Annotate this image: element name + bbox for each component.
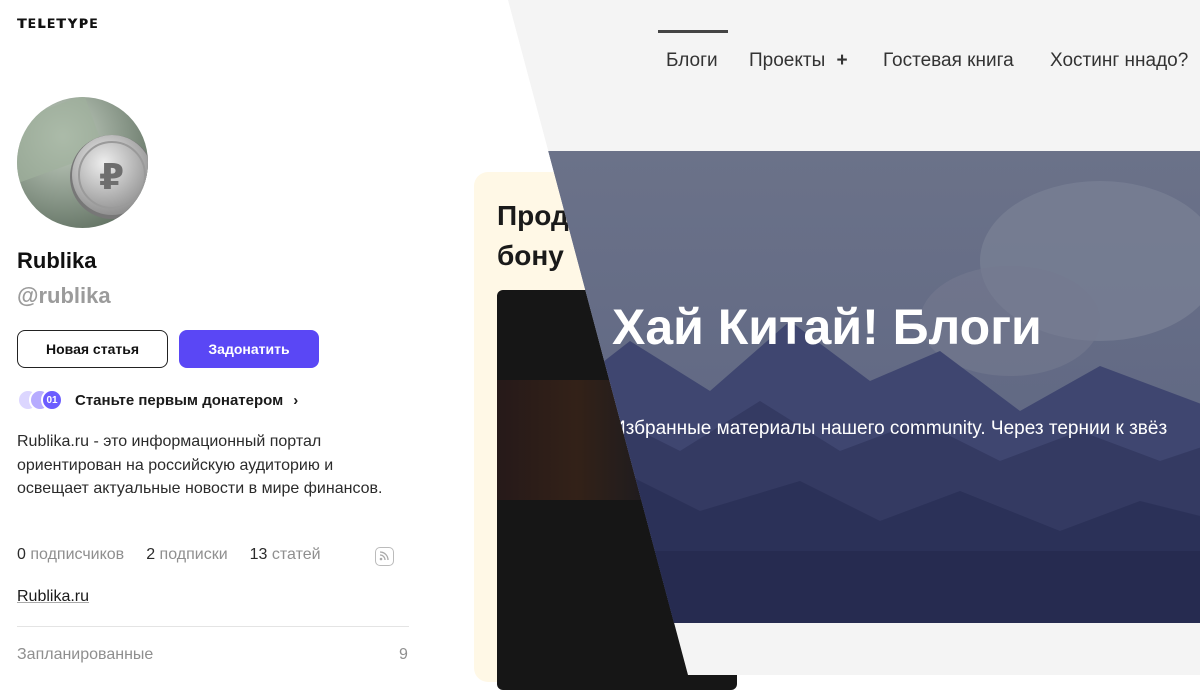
planned-count: 9 [399, 646, 408, 663]
donor-avatars: 01 [17, 388, 69, 412]
teletype-logo[interactable]: ᴛᴇʟᴇᴛʏᴘᴇ [17, 13, 99, 33]
donor-count-badge: 01 [41, 389, 63, 411]
stat-label: статей [271, 546, 321, 563]
nav-projects-label: Проекты [749, 50, 826, 71]
donor-cta-text: Станьте первым донатером [75, 391, 284, 409]
nav-hosting[interactable]: Хостинг ннадо? [1050, 50, 1188, 72]
svg-text:₽: ₽ [99, 157, 124, 198]
profile-name: Rublika [17, 248, 97, 273]
stat-label: подписчиков [30, 546, 125, 563]
stat-count: 2 [146, 546, 156, 563]
hero-title: Хай Китай! Блоги [612, 299, 1042, 355]
chevron-right-icon: › [293, 391, 299, 409]
nav-guestbook[interactable]: Гостевая книга [883, 50, 1014, 72]
profile-handle: @rublika [17, 283, 111, 308]
nav-projects[interactable]: Проекты + [749, 50, 848, 72]
plus-icon: + [836, 50, 848, 71]
promo-title: Прод бону [497, 196, 569, 276]
stat-subscriptions[interactable]: 2 подписки [146, 546, 227, 564]
website-link[interactable]: Rublika.ru [17, 588, 89, 606]
rss-glyph-icon [379, 551, 389, 561]
new-article-button[interactable]: Новая статья [17, 330, 168, 368]
promo-title-line: бону [497, 240, 564, 271]
stat-label: подписки [159, 546, 228, 563]
profile-description: Rublika.ru - это информационный портал о… [17, 433, 383, 497]
nav-blogs[interactable]: Блоги [666, 50, 718, 72]
first-donor-link[interactable]: 01 Станьте первым донатером › [17, 387, 298, 413]
planned-label[interactable]: Запланированные [17, 646, 153, 664]
profile-stats: 0 подписчиков 2 подписки 13 статей [17, 546, 321, 564]
promo-title-line: Прод [497, 200, 569, 231]
stat-count: 0 [17, 546, 26, 563]
donate-button[interactable]: Задонатить [179, 330, 319, 368]
ruble-coin-avatar-icon: ₽ [17, 97, 148, 228]
rss-icon[interactable] [375, 547, 394, 566]
hero-subtitle: Избранные материалы нашего community. Че… [612, 418, 1168, 439]
stat-articles[interactable]: 13 статей [250, 546, 321, 564]
stat-subscribers[interactable]: 0 подписчиков [17, 546, 124, 564]
active-nav-indicator [658, 30, 728, 33]
divider [17, 626, 409, 627]
avatar[interactable]: ₽ [17, 97, 148, 228]
stat-count: 13 [249, 546, 268, 563]
